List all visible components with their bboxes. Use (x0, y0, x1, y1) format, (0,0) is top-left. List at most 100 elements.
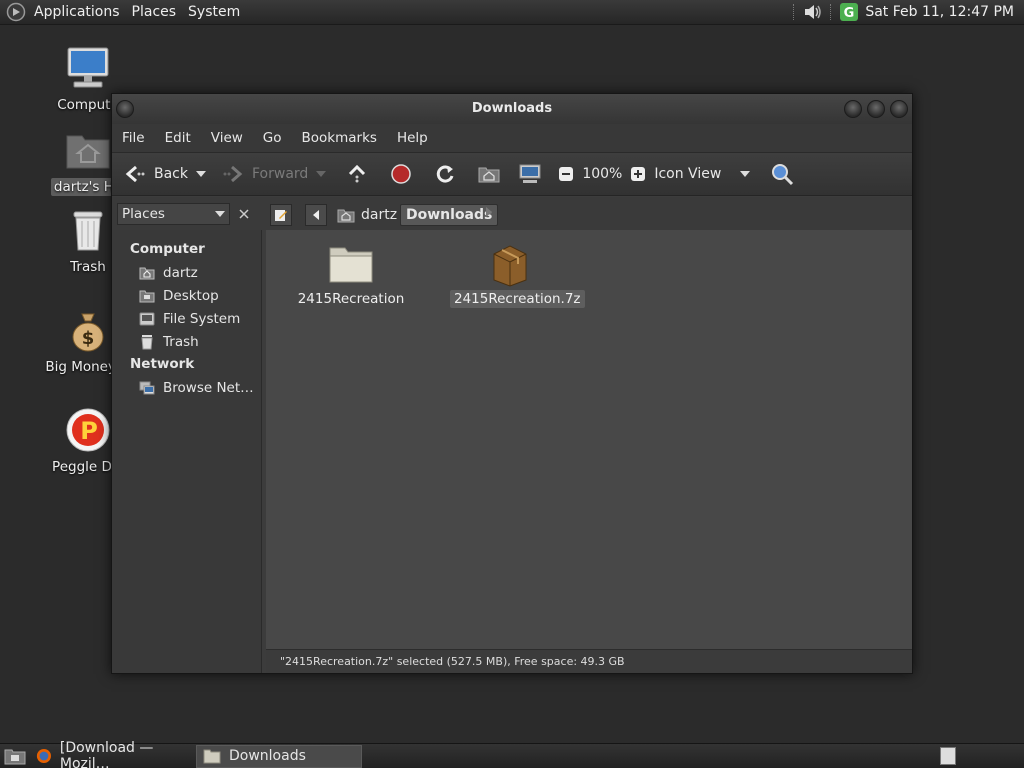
home-folder-icon (66, 135, 110, 169)
app-logo-icon[interactable] (6, 2, 26, 22)
menu-help[interactable]: Help (387, 130, 438, 146)
close-icon (239, 209, 249, 219)
chevron-left-icon (313, 210, 319, 220)
taskbar-item-label: Downloads (229, 748, 306, 764)
folder-icon (203, 749, 221, 764)
desktop-icon-label: Trash (70, 259, 106, 275)
network-icon (139, 381, 155, 394)
zoom-out-button[interactable] (554, 159, 578, 189)
sidebar-item-trash[interactable]: Trash (112, 330, 261, 353)
window-title: Downloads (471, 101, 553, 116)
menu-file[interactable]: File (112, 130, 155, 146)
back-button[interactable]: Back (120, 159, 192, 189)
maximize-button[interactable] (867, 100, 885, 118)
up-button[interactable] (342, 159, 372, 189)
chevron-down-icon (215, 211, 225, 217)
desktop-icon (139, 290, 155, 302)
sidebar-item-browse-network[interactable]: Browse Net… (112, 376, 261, 399)
back-history-dropdown[interactable] (196, 171, 206, 177)
computer-icon (67, 47, 109, 88)
sidebar-item-dartz[interactable]: dartz (112, 261, 261, 284)
home-button[interactable] (474, 159, 504, 189)
minimize-button[interactable] (844, 100, 862, 118)
menubar: File Edit View Go Bookmarks Help (112, 124, 912, 152)
stop-button[interactable] (386, 159, 416, 189)
firefox-icon (36, 748, 51, 764)
sidebar-item-desktop[interactable]: Desktop (112, 284, 261, 307)
file-item-folder[interactable]: 2415Recreation (291, 240, 411, 308)
menu-go[interactable]: Go (253, 130, 292, 146)
computer-button[interactable] (514, 159, 546, 189)
breadcrumb-home[interactable]: dartz (332, 204, 402, 226)
home-icon (139, 267, 155, 279)
breadcrumb-scroll-left[interactable] (305, 204, 327, 226)
update-notifier-icon[interactable]: G (839, 2, 859, 22)
menu-view[interactable]: View (201, 130, 253, 146)
menu-applications[interactable]: Applications (28, 0, 126, 25)
search-button[interactable] (766, 159, 798, 189)
zoom-level[interactable]: 100% (578, 159, 626, 189)
zoom-in-button[interactable] (626, 159, 650, 189)
taskbar-item-firefox[interactable]: [Download — Mozil… (30, 740, 196, 768)
trash-icon (73, 211, 103, 251)
side-pane-select[interactable]: Places (117, 203, 230, 225)
view-mode-select[interactable]: Icon View (650, 159, 760, 189)
file-manager-window: Downloads File Edit View Go Bookmarks He… (111, 93, 913, 674)
peggle-icon: P (66, 408, 110, 452)
show-desktop-button[interactable] (0, 745, 30, 768)
workspace-switcher[interactable] (940, 747, 956, 765)
svg-text:G: G (844, 6, 855, 21)
bottom-panel: [Download — Mozil… Downloads (0, 740, 1024, 768)
zoom-in-icon (631, 167, 646, 181)
breadcrumb-label: dartz (361, 207, 398, 223)
forward-history-dropdown[interactable] (316, 171, 327, 177)
show-desktop-icon (4, 749, 26, 765)
svg-text:$: $ (82, 328, 95, 349)
search-icon (772, 164, 794, 186)
stop-icon (391, 164, 412, 184)
breadcrumb-label: Downloads (406, 207, 493, 223)
places-sidebar: Computer dartz Desktop File System Trash… (112, 230, 262, 673)
sidebar-item-label: dartz (163, 264, 198, 281)
reload-button[interactable] (430, 159, 460, 189)
menu-places[interactable]: Places (126, 0, 183, 25)
forward-label: Forward (252, 166, 309, 182)
sidebar-item-label: Desktop (163, 287, 219, 304)
forward-button[interactable]: Forward (218, 159, 312, 189)
home-folder-icon (478, 167, 500, 183)
tray-separator (830, 4, 833, 20)
menu-edit[interactable]: Edit (155, 130, 201, 146)
file-view[interactable]: 2415Recreation 2415Recreation.7z (266, 230, 912, 649)
back-arrow-icon (125, 165, 145, 183)
tray-handle[interactable] (793, 4, 796, 20)
breadcrumb-scroll-right[interactable] (486, 207, 492, 217)
breadcrumb-current[interactable]: Downloads (400, 204, 499, 226)
toggle-location-entry-button[interactable] (270, 204, 292, 226)
window-titlebar[interactable]: Downloads (112, 94, 912, 124)
zoom-out-icon (559, 167, 574, 181)
reload-icon (437, 165, 454, 183)
clock[interactable]: Sat Feb 11, 12:47 PM (859, 4, 1024, 20)
close-button[interactable] (890, 100, 908, 118)
home-folder-icon (337, 209, 355, 223)
file-name: 2415Recreation (297, 291, 405, 307)
toolbar: Back Forward 100% Icon View (112, 152, 912, 196)
menu-bookmarks[interactable]: Bookmarks (292, 130, 387, 146)
sidebar-item-file-system[interactable]: File System (112, 307, 261, 330)
taskbar-item-label: [Download — Mozil… (59, 740, 154, 768)
close-side-pane-button[interactable] (233, 203, 255, 225)
top-panel-tray: G Sat Feb 11, 12:47 PM (787, 0, 1024, 25)
up-arrow-icon (349, 164, 366, 183)
taskbar-item-downloads[interactable]: Downloads (196, 744, 362, 768)
trash-icon (141, 334, 153, 349)
forward-arrow-icon (223, 165, 243, 183)
top-panel: Applications Places System G Sat Feb 11,… (0, 0, 1024, 25)
menu-system[interactable]: System (182, 0, 246, 25)
side-pane-value: Places (122, 206, 165, 222)
file-item-archive[interactable]: 2415Recreation.7z (450, 240, 585, 308)
status-bar: "2415Recreation.7z" selected (527.5 MB),… (266, 649, 912, 673)
file-name: 2415Recreation.7z (450, 290, 585, 308)
window-menu-button[interactable] (116, 100, 134, 118)
volume-icon[interactable] (802, 2, 824, 22)
folder-icon (329, 247, 373, 283)
